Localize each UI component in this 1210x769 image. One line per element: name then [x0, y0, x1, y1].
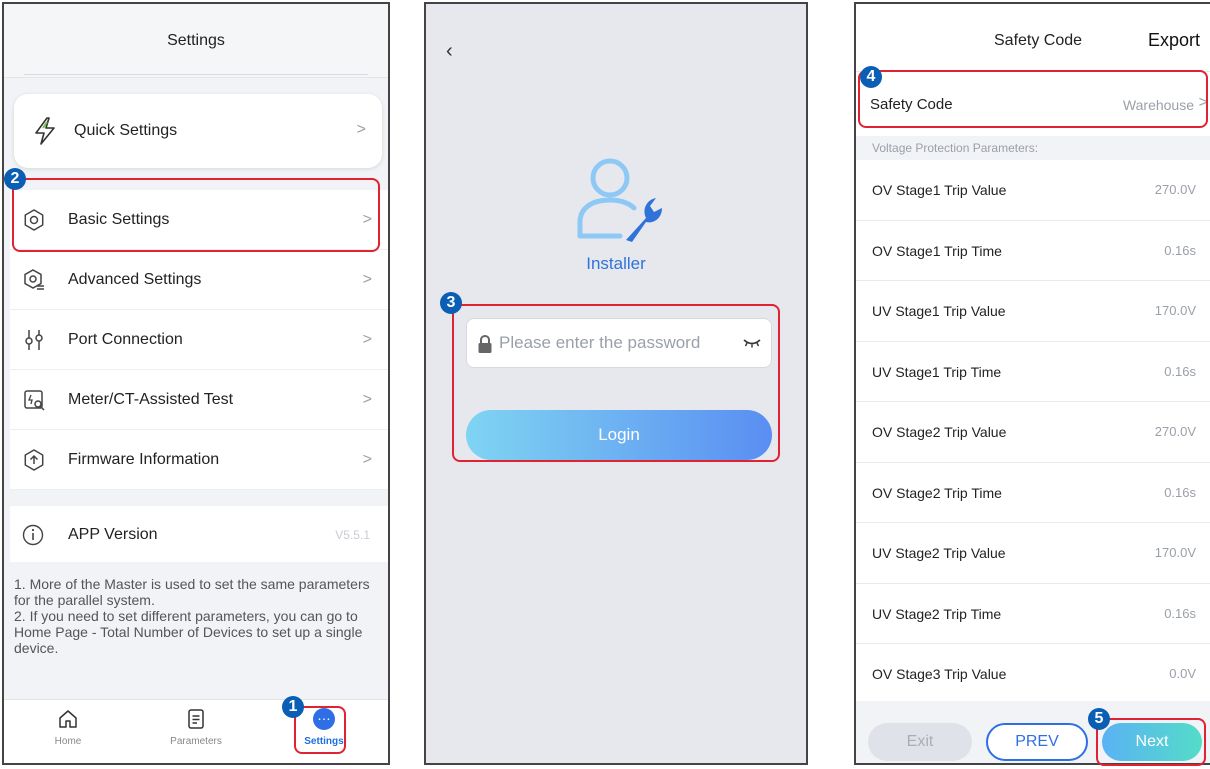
parameter-row[interactable]: OV Stage3 Trip Value 0.0V — [856, 644, 1210, 705]
exit-button[interactable]: Exit — [868, 723, 972, 761]
step-badge-5: 5 — [1088, 708, 1110, 730]
menu-item-meter-ct-test[interactable]: Meter/CT-Assisted Test > — [10, 370, 388, 430]
parameter-label: UV Stage1 Trip Value — [872, 303, 1006, 319]
parameter-label: OV Stage2 Trip Value — [872, 424, 1007, 440]
tab-label: Home — [54, 736, 82, 747]
quick-settings-item[interactable]: Quick Settings > — [14, 94, 382, 168]
section-title: Voltage Protection Parameters: — [872, 141, 1039, 155]
parameter-row[interactable]: OV Stage1 Trip Value 270.0V — [856, 160, 1210, 221]
tab-parameters[interactable]: Parameters — [156, 708, 236, 747]
section-header: Voltage Protection Parameters: — [856, 136, 1210, 160]
parameter-label: OV Stage1 Trip Time — [872, 242, 1002, 259]
prev-button[interactable]: PREV — [986, 723, 1088, 761]
menu-item-firmware-information[interactable]: Firmware Information > — [10, 430, 388, 490]
parameter-label: OV Stage2 Trip Time — [872, 484, 1002, 501]
parameter-label: UV Stage1 Trip Time — [872, 363, 1002, 380]
app-version-row: APP Version V5.5.1 — [10, 506, 388, 562]
parameter-row[interactable]: UV Stage1 Trip Time 0.16s — [856, 341, 1210, 402]
parameter-label: UV Stage2 Trip Value — [872, 545, 1006, 561]
firmware-icon — [24, 449, 44, 471]
tab-home[interactable]: Home — [28, 708, 108, 747]
export-button[interactable]: Export — [1148, 30, 1200, 51]
safety-code-header: Safety Code Export — [856, 4, 1210, 72]
quick-settings-label: Quick Settings — [74, 122, 178, 139]
parameter-value: 0.16s — [1164, 363, 1196, 379]
parameter-value: 0.16s — [1164, 605, 1196, 621]
parameter-row[interactable]: UV Stage2 Trip Time 0.16s — [856, 583, 1210, 644]
parameter-value: 170.0V — [1154, 545, 1196, 560]
step-badge-1: 1 — [282, 696, 304, 718]
chevron-right-icon: > — [362, 271, 372, 288]
installer-label: Installer — [586, 254, 646, 273]
menu-item-label: Meter/CT-Assisted Test — [68, 391, 234, 408]
meter-test-icon — [24, 390, 45, 411]
page-title: Settings — [167, 32, 225, 49]
parameter-value: 0.16s — [1164, 242, 1196, 258]
step-badge-4: 4 — [860, 66, 882, 88]
highlight-step-3 — [452, 304, 780, 462]
installer-avatar-icon — [577, 158, 662, 242]
advanced-settings-icon — [24, 269, 44, 290]
settings-header: Settings — [4, 4, 388, 78]
parameter-value: 0.0V — [1169, 666, 1196, 681]
menu-item-advanced-settings[interactable]: Advanced Settings > — [10, 250, 388, 310]
divider — [24, 74, 368, 75]
parameter-row[interactable]: UV Stage2 Trip Value 170.0V — [856, 523, 1210, 584]
menu-item-label: Port Connection — [68, 331, 183, 348]
parameter-row[interactable]: UV Stage1 Trip Value 170.0V — [856, 281, 1210, 342]
parameter-label: OV Stage1 Trip Value — [872, 182, 1007, 198]
parameter-row[interactable]: OV Stage2 Trip Time 0.16s — [856, 462, 1210, 523]
chevron-right-icon: > — [356, 121, 366, 138]
highlight-step-5 — [1096, 718, 1206, 766]
parameter-value: 0.16s — [1164, 484, 1196, 500]
parameter-row[interactable]: OV Stage2 Trip Value 270.0V — [856, 402, 1210, 463]
port-connection-icon — [25, 330, 43, 350]
voltage-parameter-list: OV Stage1 Trip Value 270.0V OV Stage1 Tr… — [856, 160, 1210, 705]
document-icon — [188, 709, 204, 729]
parameter-row[interactable]: OV Stage1 Trip Time 0.16s — [856, 220, 1210, 281]
note-text: 1. More of the Master is used to set the… — [14, 576, 370, 656]
parameter-value: 270.0V — [1154, 182, 1196, 197]
parameter-value: 270.0V — [1154, 424, 1196, 439]
parameter-label: UV Stage2 Trip Time — [872, 605, 1002, 622]
page-title: Safety Code — [994, 32, 1083, 49]
menu-item-label: Advanced Settings — [68, 271, 202, 288]
menu-item-port-connection[interactable]: Port Connection > — [10, 310, 388, 370]
chevron-right-icon: > — [362, 391, 372, 408]
chevron-right-icon: > — [362, 331, 372, 348]
app-version-label: APP Version — [68, 526, 158, 543]
parameter-label: OV Stage3 Trip Value — [872, 666, 1007, 682]
step-badge-3: 3 — [440, 292, 462, 314]
app-version-value: V5.5.1 — [335, 528, 370, 542]
settings-screen: Settings Quick Settings > Basic Settings… — [2, 2, 390, 765]
tab-label: Parameters — [170, 736, 222, 747]
step-badge-2: 2 — [4, 168, 26, 190]
chevron-right-icon: > — [362, 451, 372, 468]
lightning-icon — [35, 117, 55, 145]
home-icon — [59, 710, 77, 728]
parameter-value: 170.0V — [1154, 303, 1196, 318]
back-arrow-icon[interactable]: ‹ — [446, 40, 453, 63]
menu-item-label: Firmware Information — [68, 451, 220, 468]
parallel-system-note: 1. More of the Master is used to set the… — [14, 576, 382, 656]
info-icon — [22, 524, 44, 546]
highlight-step-4 — [858, 70, 1208, 128]
highlight-step-2 — [12, 178, 380, 252]
